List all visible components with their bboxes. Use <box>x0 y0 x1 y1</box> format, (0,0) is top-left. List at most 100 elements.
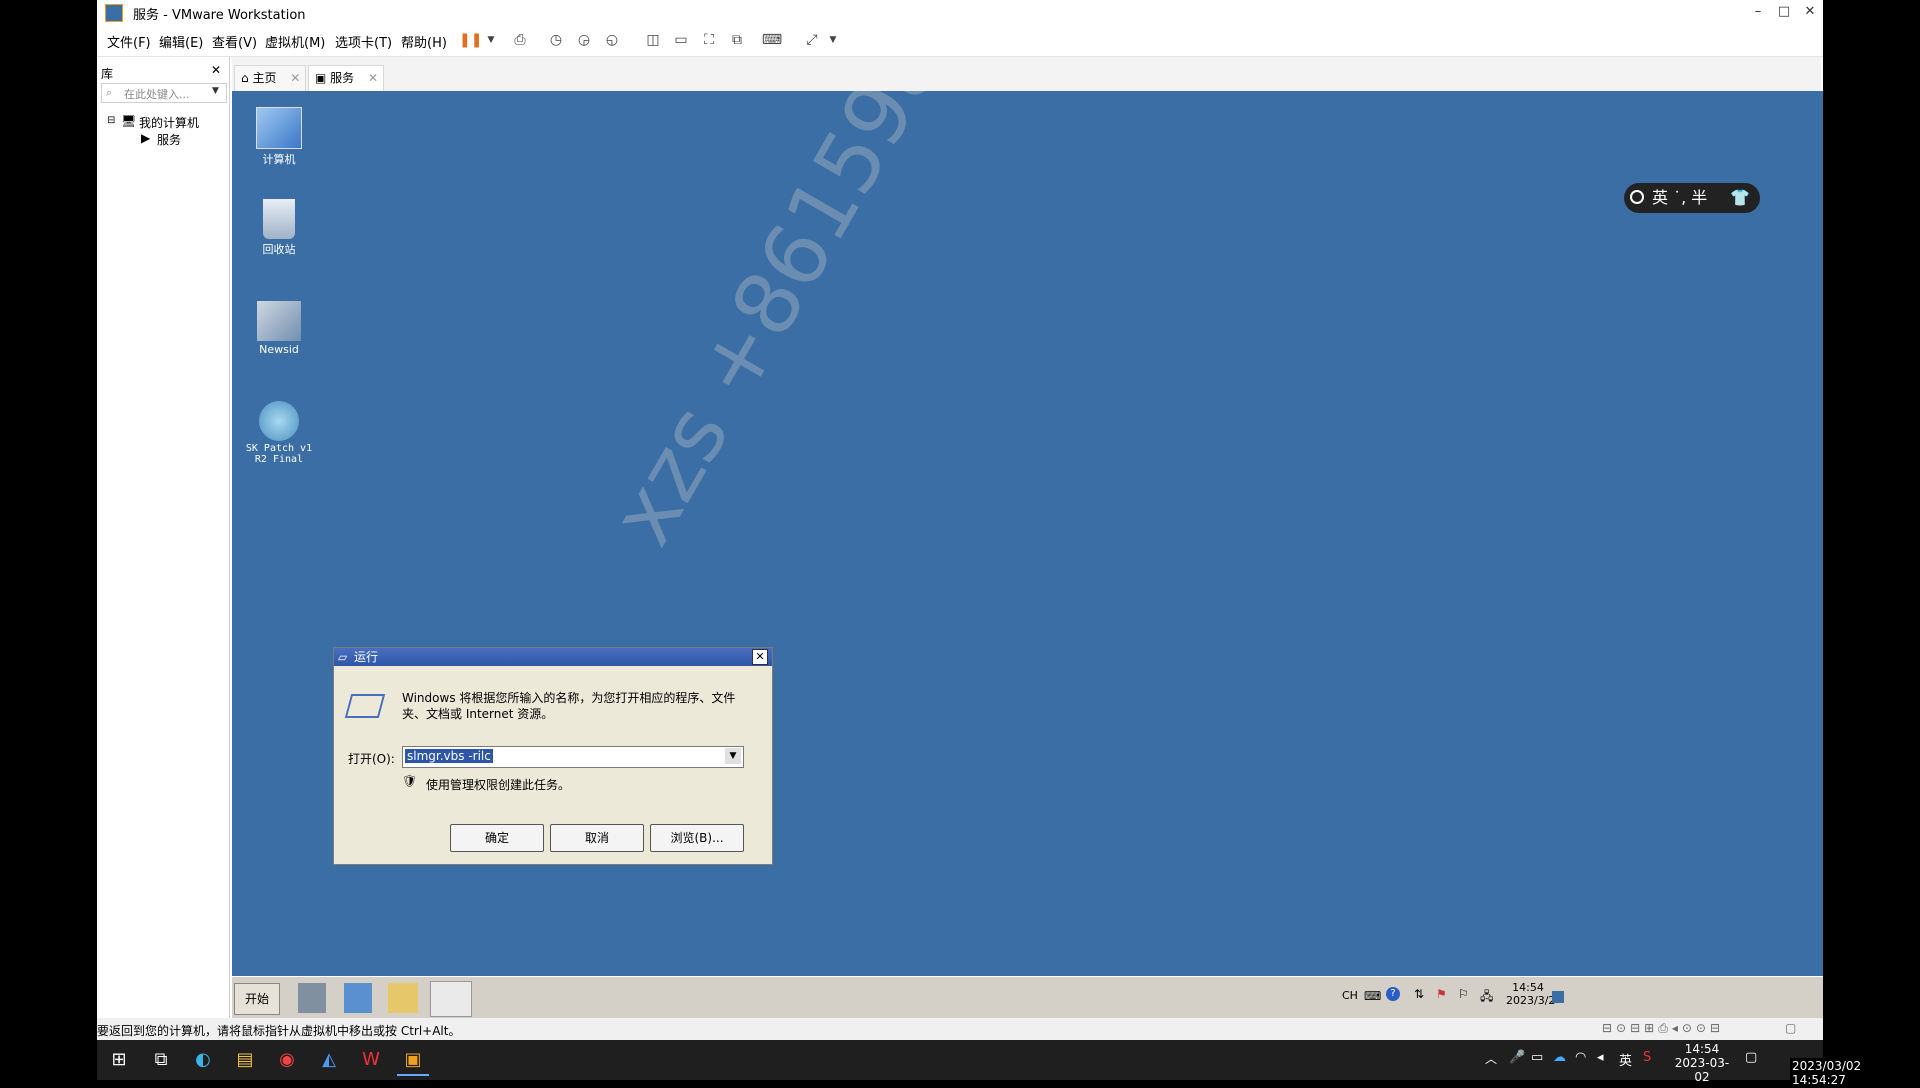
tray-expand-icon[interactable]: ︿ <box>1485 1050 1497 1067</box>
edge-icon[interactable]: ◐ <box>187 1046 219 1074</box>
tab-strip: ⌂ 主页 ✕ ▣ 服务 ✕ <box>232 57 1821 92</box>
app-icon[interactable]: ◭ <box>313 1046 345 1074</box>
maximize-icon[interactable]: □ <box>1771 2 1797 22</box>
chrome-icon[interactable]: ◉ <box>271 1046 303 1074</box>
send-ctrl-alt-del-icon[interactable]: ⎙ <box>509 30 531 50</box>
show-desktop-icon[interactable] <box>1552 991 1564 1003</box>
server-manager-icon[interactable] <box>298 983 326 1013</box>
tray-arrows-icon[interactable]: ⇅ <box>1414 987 1424 1001</box>
stretch-dropdown-icon[interactable]: ▼ <box>822 30 844 50</box>
desktop-icon-newsid[interactable]: Newsid <box>244 301 314 356</box>
message-log-icon[interactable]: ▢ <box>1785 1021 1796 1035</box>
admin-note: 使用管理权限创建此任务。 <box>426 778 571 792</box>
ime-skin-icon[interactable]: 👕 <box>1730 183 1750 213</box>
host-ime[interactable]: 英 <box>1619 1050 1632 1069</box>
patch-icon <box>259 401 299 441</box>
desktop-icon-label: 回收站 <box>262 243 296 256</box>
network-icon[interactable]: 🖧 <box>1480 987 1493 1008</box>
run-task-button[interactable] <box>430 981 472 1017</box>
ime-toolbar[interactable]: 英 ˙, 半 👕 <box>1624 183 1760 213</box>
search-placeholder: 在此处键入... <box>124 88 190 101</box>
notification-icon[interactable]: ▢ <box>1745 1050 1757 1065</box>
run-title-icon: ▱ <box>338 650 348 664</box>
computer-icon <box>256 107 302 149</box>
library-panel: 库 ✕ ⌕ 在此处键入... ▼ ⊟ 🖥 我的计算机 ▶ 服务 <box>97 57 230 1018</box>
full-screen-icon[interactable]: ⛶ <box>698 30 720 50</box>
console-icon[interactable]: ⌨ <box>761 30 783 50</box>
vmware-taskbar-icon[interactable]: ▣ <box>397 1046 429 1076</box>
run-titlebar: ▱ 运行 ✕ <box>334 648 772 666</box>
powershell-icon[interactable] <box>344 983 372 1013</box>
menu-tabs[interactable]: 选项卡(T) <box>335 32 392 51</box>
pause-icon[interactable]: ❚❚ <box>459 30 482 50</box>
snapshot-manager-icon[interactable]: ◵ <box>601 30 623 50</box>
revert-snapshot-icon[interactable]: ◶ <box>573 30 595 50</box>
library-search[interactable]: ⌕ 在此处键入... ▼ <box>101 83 227 103</box>
start-button[interactable]: 开始 <box>234 983 280 1015</box>
menu-view[interactable]: 查看(V) <box>212 32 257 51</box>
flag-icon[interactable]: ⚐ <box>1458 987 1469 1001</box>
open-combobox[interactable]: slmgr.vbs -rilc ▼ <box>402 746 744 768</box>
vm-icon: ▣ <box>315 71 327 85</box>
wifi-icon[interactable]: ◠ <box>1575 1050 1586 1065</box>
cancel-button[interactable]: 取消 <box>550 824 644 852</box>
title-bar: 服务 - VMware Workstation – □ ✕ <box>97 0 1823 24</box>
desktop-icon-computer[interactable]: 计算机 <box>244 107 314 167</box>
sogou-icon[interactable]: S <box>1643 1050 1651 1065</box>
browse-button[interactable]: 浏览(B)... <box>650 824 744 852</box>
explorer-icon[interactable] <box>388 983 418 1013</box>
desktop-icon-recycle-bin[interactable]: 回收站 <box>244 199 314 257</box>
guest-lang[interactable]: CH <box>1342 989 1358 1002</box>
ok-button[interactable]: 确定 <box>450 824 544 852</box>
run-title: 运行 <box>354 650 379 664</box>
tree-item-my-computer[interactable]: 我的计算机 <box>139 114 199 131</box>
unity-icon[interactable]: ⧉ <box>726 30 748 50</box>
battery-icon[interactable]: ▭ <box>1531 1050 1543 1065</box>
run-close-icon[interactable]: ✕ <box>752 649 768 665</box>
search-icon: ⌕ <box>106 86 113 99</box>
menu-file[interactable]: 文件(F) <box>107 32 151 51</box>
open-label: 打开(O): <box>348 752 395 766</box>
cloud-icon[interactable]: ☁ <box>1553 1050 1566 1065</box>
tab-home-close-icon[interactable]: ✕ <box>280 71 300 85</box>
vm-status-bar: 要返回到您的计算机，请将鼠标指针从虚拟机中移出或按 Ctrl+Alt。 ⊟⊙⊟⊞… <box>97 1018 1823 1040</box>
device-icons[interactable]: ⊟⊙⊟⊞⎙◂⊙⊙⊟ <box>1602 1021 1724 1036</box>
microphone-icon[interactable]: 🎤 <box>1509 1050 1525 1065</box>
show-library-icon[interactable]: ◫ <box>642 30 664 50</box>
tab-home[interactable]: ⌂ 主页 ✕ <box>234 65 306 92</box>
recycle-bin-icon <box>263 199 295 239</box>
security-icon[interactable]: ⚑ <box>1436 987 1447 1001</box>
snapshot-icon[interactable]: ◷ <box>545 30 567 50</box>
open-input[interactable]: slmgr.vbs -rilc <box>405 749 493 763</box>
windows-start-icon[interactable]: ⊞ <box>103 1046 135 1074</box>
menu-vm[interactable]: 虚拟机(M) <box>265 32 325 51</box>
minimize-icon[interactable]: – <box>1745 2 1771 22</box>
wps-icon[interactable]: W <box>355 1046 387 1074</box>
library-close-icon[interactable]: ✕ <box>211 63 221 77</box>
keyboard-icon[interactable]: ⌨ <box>1364 989 1381 1003</box>
guest-clock[interactable]: 14:54 2023/3/2 <box>1506 981 1555 1007</box>
search-dropdown-icon[interactable]: ▼ <box>212 86 219 96</box>
desktop-icon-sk-patch[interactable]: SK Patch v1 R2 Final <box>244 401 314 465</box>
tree-item-service[interactable]: 服务 <box>157 131 181 148</box>
guest-taskbar: 开始 CH ⌨ ? ⇅ ⚑ ⚐ 🖧 14:54 2023/3/2 <box>232 976 1823 1019</box>
thumbnail-bar-icon[interactable]: ▭ <box>670 30 692 50</box>
run-program-icon <box>344 694 386 718</box>
volume-icon[interactable]: ◂ <box>1597 1050 1604 1065</box>
menu-bar: 文件(F) 编辑(E) 查看(V) 虚拟机(M) 选项卡(T) 帮助(H) ❚❚… <box>97 24 1823 57</box>
pause-dropdown-icon[interactable]: ▼ <box>480 30 502 50</box>
file-explorer-icon[interactable]: ▤ <box>229 1046 261 1074</box>
stretch-icon[interactable]: ⤢ <box>801 30 823 50</box>
open-dropdown-icon[interactable]: ▼ <box>725 748 741 764</box>
menu-help[interactable]: 帮助(H) <box>401 32 447 51</box>
ime-logo-icon <box>1630 190 1644 204</box>
host-clock[interactable]: 14:54 2023-03-02 <box>1669 1042 1735 1084</box>
tree-collapse-icon[interactable]: ⊟ <box>107 115 115 126</box>
help-icon[interactable]: ? <box>1386 987 1400 1001</box>
desktop-icon-label: SK Patch v1 R2 Final <box>245 443 313 465</box>
tab-service-close-icon[interactable]: ✕ <box>358 71 378 85</box>
menu-edit[interactable]: 编辑(E) <box>159 32 203 51</box>
task-view-icon[interactable]: ⧉ <box>145 1046 177 1074</box>
close-icon[interactable]: ✕ <box>1797 2 1823 22</box>
tab-service[interactable]: ▣ 服务 ✕ <box>308 65 384 92</box>
